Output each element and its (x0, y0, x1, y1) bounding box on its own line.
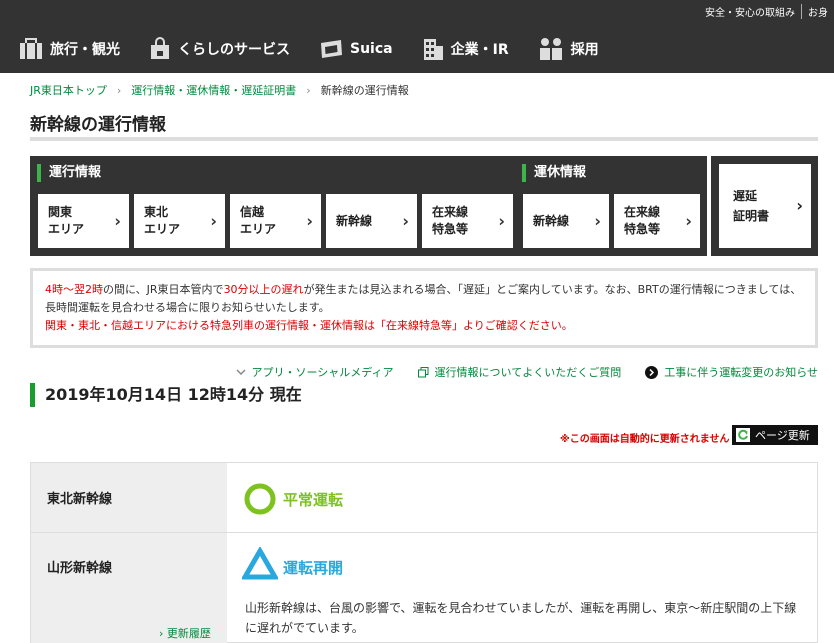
nav-travel[interactable]: 旅行・観光 (18, 38, 120, 60)
link-app-social-label: アプリ・ソーシャルメディア (251, 366, 394, 379)
chevron-right-icon: › (306, 211, 313, 231)
area-button-tohoku-sub: エリア (144, 222, 181, 236)
suspension-button-shinkansen[interactable]: 新幹線 › (523, 194, 609, 248)
area-button-shinkansen[interactable]: 新幹線 › (326, 194, 417, 248)
nav-corporate-ir[interactable]: 企業・IR (421, 37, 509, 61)
auto-update-note: ※この画面は自動的に更新されません (560, 434, 730, 445)
card-icon (321, 40, 342, 58)
nav-life-services[interactable]: くらしのサービス (148, 37, 290, 61)
suspension-button-limited-express-sub: 特急等 (624, 222, 661, 236)
circle-normal-icon (244, 483, 276, 515)
breadcrumb-top[interactable]: JR東日本トップ (30, 82, 107, 98)
update-history-link[interactable]: › 更新履歴 (159, 625, 211, 641)
area-button-shinetsu[interactable]: 信越エリア › (230, 194, 321, 248)
global-nav: 旅行・観光 くらしのサービス Suica 企業・IR 採用 (18, 33, 627, 65)
area-nav-panel: 運行情報 運休情報 関東 エリア › 東北 エリア › 信越 エリア › 新幹線 › … (30, 156, 707, 256)
status-detail-yamagata: 山形新幹線は、台風の影響で、運転を見合わせていましたが、運転を再開し、東京～新庄… (245, 601, 797, 635)
area-button-kanto[interactable]: 関東エリア › (38, 194, 129, 248)
status-text-yamagata: 運転再開 (283, 559, 344, 577)
certificate-panel: 遅延証明書 › (711, 156, 818, 256)
status-cell-tohoku: 平常運転 (227, 463, 817, 532)
nav-travel-label: 旅行・観光 (50, 42, 120, 58)
area-button-tohoku[interactable]: 東北エリア › (134, 194, 225, 248)
link-faq[interactable]: 運行情報についてよくいただくご質問 (417, 364, 622, 380)
chevron-down-icon (236, 368, 246, 376)
arrow-circle-icon (645, 365, 659, 379)
suspension-button-limited-express-label: 在来線 (624, 205, 661, 219)
suspension-button-shinkansen-label: 新幹線 (533, 213, 570, 228)
shopping-bag-icon (151, 37, 169, 59)
area-button-limited-express-label: 在来線 (432, 205, 469, 219)
line-cell-tohoku: 東北新幹線 (31, 463, 227, 532)
chevron-right-icon: › (796, 196, 803, 215)
area-button-kanto-sub: エリア (48, 222, 85, 236)
link-construction-label: 工事に伴う運転変更のお知らせ (664, 366, 818, 379)
operation-info-label: 運行情報 (37, 164, 101, 182)
link-faq-label: 運行情報についてよくいただくご質問 (434, 366, 622, 379)
link-construction[interactable]: 工事に伴う運転変更のお知らせ (645, 364, 818, 380)
chevron-right-icon: › (116, 83, 122, 97)
page-title: 新幹線の運行情報 (30, 115, 166, 135)
suspension-info-label: 運休情報 (522, 164, 586, 182)
nav-recruit-label: 採用 (570, 42, 599, 58)
breadcrumb: JR東日本トップ › 運行情報・運休情報・遅延証明書 › 新幹線の運行情報 (30, 82, 409, 98)
chevron-right-icon: › (114, 211, 121, 231)
refresh-label: ページ更新 (755, 429, 810, 442)
nav-life-services-label: くらしのサービス (178, 42, 290, 58)
nav-suica[interactable]: Suica (318, 39, 393, 59)
utility-link-cut[interactable]: お身 (801, 4, 834, 19)
area-button-shinetsu-label: 信越 (240, 205, 265, 219)
nav-corporate-ir-label: 企業・IR (450, 42, 509, 58)
nav-recruit[interactable]: 採用 (537, 37, 599, 61)
utility-link-safety[interactable]: 安全・安心の取組み (699, 4, 801, 19)
suspension-button-limited-express[interactable]: 在来線特急等 › (614, 194, 700, 248)
status-text-tohoku: 平常運転 (283, 491, 344, 509)
building-icon (423, 39, 443, 60)
chevron-right-icon: › (498, 211, 505, 231)
notice-text-1: の間に、JR東日本管内で (103, 283, 224, 296)
refresh-page-button[interactable]: ページ更新 (732, 425, 818, 445)
area-button-shinkansen-label: 新幹線 (336, 213, 373, 228)
update-history-label: 更新履歴 (166, 627, 211, 640)
breadcrumb-info[interactable]: 運行情報・運休情報・遅延証明書 (131, 82, 296, 98)
related-links: アプリ・ソーシャルメディア 運行情報についてよくいただくご質問 工事に伴う運転変… (212, 364, 818, 380)
delay-certificate-sub: 証明書 (733, 209, 770, 223)
area-button-limited-express[interactable]: 在来線特急等 › (422, 194, 513, 248)
area-button-kanto-label: 関東 (48, 205, 73, 219)
breadcrumb-current: 新幹線の運行情報 (320, 84, 409, 97)
delay-certificate-label: 遅延 (733, 189, 758, 203)
chevron-right-icon: › (685, 211, 692, 231)
chevron-right-icon: › (306, 83, 311, 97)
link-app-social[interactable]: アプリ・ソーシャルメディア (236, 364, 394, 380)
people-icon (539, 38, 562, 60)
chevron-right-icon: › (159, 627, 167, 640)
chevron-right-icon: › (402, 211, 409, 231)
nav-suica-label: Suica (350, 41, 393, 57)
current-datetime: 2019年10月14日 12時14分 現在 (30, 383, 302, 407)
triangle-resumed-icon (242, 547, 278, 580)
shinkansen-status-table: 東北新幹線 平常運転 山形新幹線 運転再開 › 更新履歴 山形新幹線は、台風の影… (30, 462, 818, 643)
area-button-tohoku-label: 東北 (144, 205, 169, 219)
chevron-right-icon: › (210, 211, 217, 231)
notice-delay-threshold: 30分以上の遅れ (223, 283, 304, 296)
delay-certificate-button[interactable]: 遅延証明書 › (719, 164, 811, 248)
global-header: 安全・安心の取組み お身 旅行・観光 くらしのサービス Suica 企業・IR … (0, 0, 834, 73)
delay-notice: 4時～翌2時の間に、JR東日本管内で30分以上の遅れが発生または見込まれる場合、… (30, 268, 818, 348)
refresh-icon (736, 428, 750, 442)
utility-links: 安全・安心の取組み お身 (699, 4, 834, 19)
notice-hours: 4時～翌2時 (45, 283, 103, 296)
chevron-right-icon: › (594, 211, 601, 231)
window-icon (417, 366, 429, 378)
notice-limited-express: 関東・東北・信越エリアにおける特急列車の運行情報・運休情報は「在来線特急等」より… (45, 319, 573, 332)
area-button-shinetsu-sub: エリア (240, 222, 277, 236)
area-button-limited-express-sub: 特急等 (432, 222, 469, 236)
suitcase-icon (20, 38, 42, 59)
line-name-yamagata: 山形新幹線 (47, 561, 113, 576)
title-divider (30, 137, 818, 141)
line-name-tohoku: 東北新幹線 (47, 492, 113, 507)
